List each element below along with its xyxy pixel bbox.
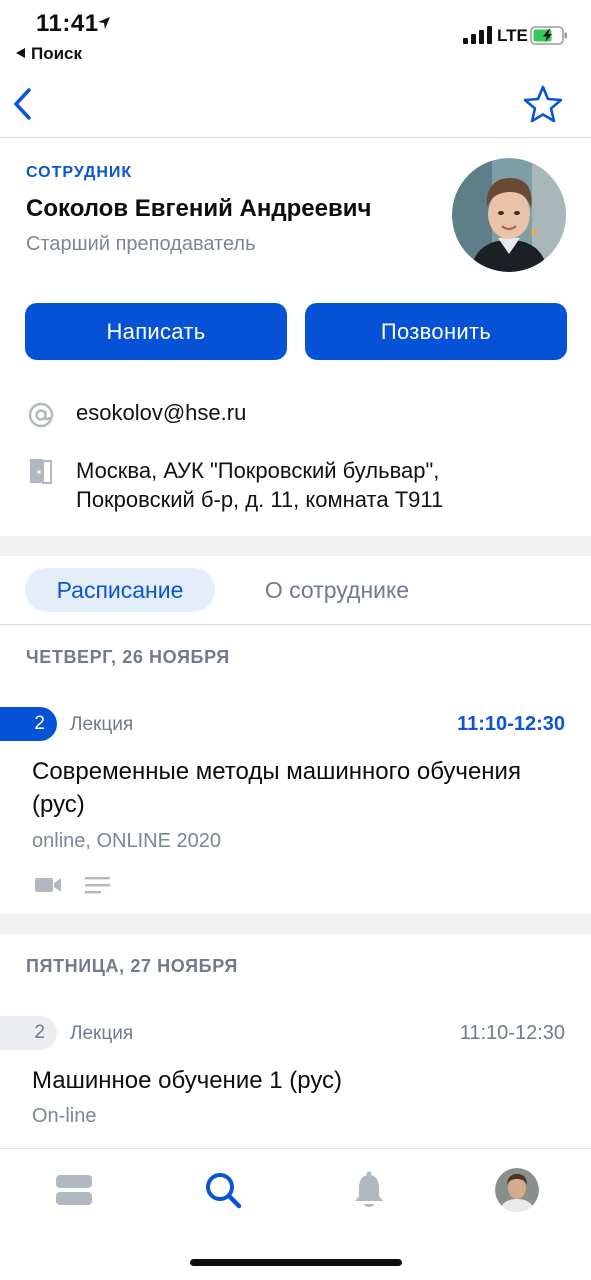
- address-line-1: Москва, АУК "Покровский бульвар",: [76, 458, 440, 483]
- back-app-label: Поиск: [31, 44, 83, 63]
- tab-about[interactable]: О сотруднике: [230, 568, 444, 612]
- day-header: ПЯТНИЦА, 27 НОЯБРЯ: [26, 956, 238, 976]
- navigation-bar: [0, 70, 591, 138]
- office-address: Москва, АУК "Покровский бульвар", Покров…: [76, 456, 556, 514]
- role-label: СОТРУДНИК: [26, 164, 133, 181]
- home-indicator: [190, 1259, 402, 1266]
- feed-icon[interactable]: [55, 1174, 93, 1206]
- lesson-time: 11:10-12:30: [459, 1022, 565, 1044]
- address-line-2: Покровский б-р, д. 11, комната Т911: [76, 487, 444, 512]
- bell-icon[interactable]: [353, 1171, 385, 1209]
- video-camera-icon[interactable]: [35, 876, 61, 894]
- at-sign-icon: [28, 402, 54, 428]
- person-name: Соколов Евгений Андреевич: [26, 195, 372, 222]
- lesson-title-line-2: (рус): [32, 791, 85, 818]
- lesson-type: Лекция: [70, 714, 134, 735]
- write-button[interactable]: Написать: [25, 303, 287, 360]
- notes-icon[interactable]: [85, 875, 110, 895]
- lesson-time: 11:10-12:30: [457, 713, 565, 735]
- tabs-divider: [0, 624, 591, 625]
- lesson-title-line-1: Машинное обучение 1 (рус): [32, 1067, 343, 1094]
- network-type: LTE: [497, 26, 528, 45]
- door-icon: [30, 459, 52, 484]
- status-bar: 11:41 Поиск LTE: [0, 0, 591, 70]
- lesson-title-line-1: Современные методы машинного обучения: [32, 758, 521, 785]
- battery-charging-icon: [530, 26, 567, 45]
- pair-number-badge: 2: [0, 1016, 57, 1050]
- search-icon[interactable]: [203, 1170, 243, 1210]
- day-header: ЧЕТВЕРГ, 26 НОЯБРЯ: [26, 647, 230, 667]
- back-to-app-link[interactable]: Поиск: [16, 44, 82, 64]
- star-icon[interactable]: [522, 84, 564, 124]
- lesson-location: online, ONLINE 2020: [32, 830, 222, 852]
- back-triangle-icon: [16, 48, 25, 58]
- status-time: 11:41: [36, 10, 99, 37]
- section-divider: [0, 914, 591, 934]
- section-divider: [0, 536, 591, 556]
- profile-photo: [452, 158, 566, 272]
- location-arrow-icon: [98, 17, 110, 29]
- lesson-title[interactable]: Машинное обучение 1 (рус): [32, 1064, 562, 1097]
- lesson-title[interactable]: Современные методы машинного обучения (р…: [32, 755, 562, 821]
- email-link[interactable]: esokolov@hse.ru: [76, 400, 246, 426]
- tab-schedule[interactable]: Расписание: [25, 568, 215, 612]
- pair-number-badge: 2: [0, 707, 57, 741]
- profile-avatar[interactable]: [495, 1168, 539, 1212]
- lesson-location: On-line: [32, 1105, 97, 1127]
- call-button[interactable]: Позвонить: [305, 303, 567, 360]
- lesson-type: Лекция: [70, 1023, 134, 1044]
- back-chevron-icon[interactable]: [10, 84, 38, 124]
- person-position: Старший преподаватель: [26, 233, 256, 255]
- cellular-signal-icon: [463, 26, 492, 44]
